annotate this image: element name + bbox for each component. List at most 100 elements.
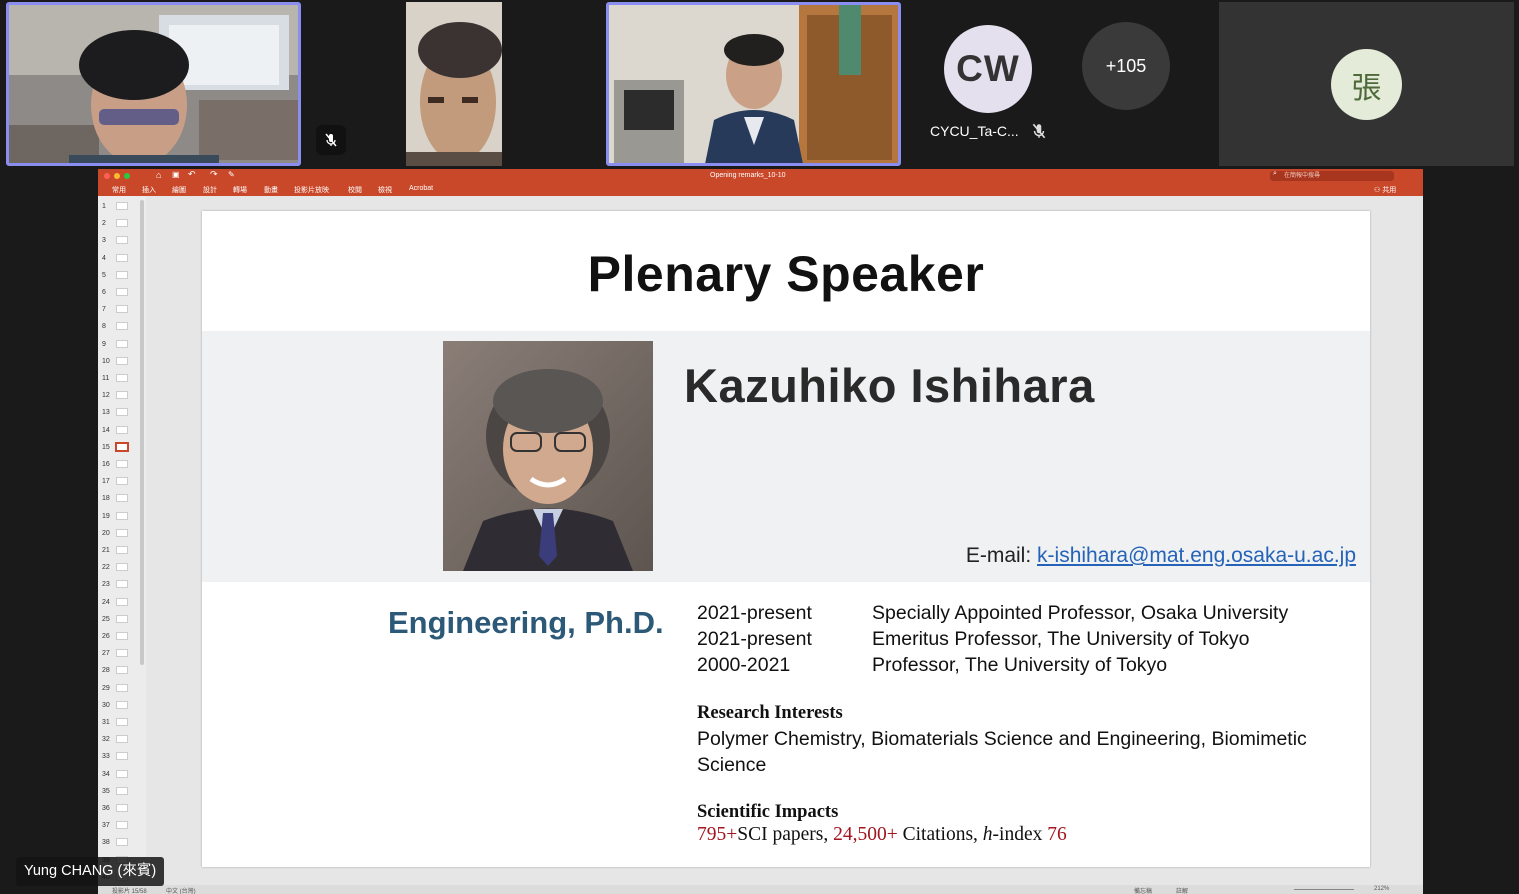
participant-video-2[interactable] <box>406 2 502 166</box>
email-link[interactable]: k-ishihara@mat.eng.osaka-u.ac.jp <box>1037 544 1356 567</box>
slide-number: 16 <box>102 461 110 468</box>
slide-thumbnail-36[interactable]: 36 <box>98 802 142 816</box>
ribbon-tab[interactable]: 設計 <box>203 185 217 195</box>
slide-thumbnail-24[interactable]: 24 <box>98 596 142 610</box>
slide-thumbnail-1[interactable]: 1 <box>98 200 142 214</box>
notes-button[interactable]: 備忘稿 <box>1134 886 1152 894</box>
ribbon-tab[interactable]: 檢視 <box>378 185 392 195</box>
slide-thumbnail-27[interactable]: 27 <box>98 647 142 661</box>
slide-thumbnail-3[interactable]: 3 <box>98 234 142 248</box>
slide-thumbnail-38[interactable]: 38 <box>98 836 142 850</box>
search-field[interactable]: 在簡報中搜尋 <box>1270 171 1394 181</box>
slide-number: 23 <box>102 581 110 589</box>
redo-icon[interactable]: ↷ <box>210 169 218 180</box>
slide-counter: 投影片 15/58 <box>112 889 147 894</box>
ppt-status-bar: 投影片 15/58 中文 (台灣) 備忘稿 註解 212% <box>98 885 1423 894</box>
participant-tile-zhang[interactable]: 張 <box>1219 2 1514 166</box>
participant-avatar-zhang: 張 <box>1331 49 1402 120</box>
avatar-initials: 張 <box>1351 71 1382 105</box>
slide-thumbnail-12[interactable]: 12 <box>98 389 142 403</box>
minimize-window-button[interactable] <box>114 173 120 179</box>
more-participants-button[interactable]: +105 <box>1082 22 1170 110</box>
slide-thumbnail-25[interactable]: 25 <box>98 613 142 627</box>
ribbon-tab[interactable]: 常用 <box>112 185 126 195</box>
edit-icon[interactable]: ✎ <box>228 170 235 179</box>
slide-thumbnail-5[interactable]: 5 <box>98 269 142 283</box>
participant-video-3[interactable] <box>606 2 901 166</box>
speaker-photo <box>443 341 653 571</box>
slide-thumbnail-20[interactable]: 20 <box>98 527 142 541</box>
slide-thumbnail-image <box>116 425 128 434</box>
zoom-level[interactable]: 212% <box>1374 886 1389 892</box>
ribbon-tab[interactable]: 投影片放映 <box>294 185 329 195</box>
slide-number: 37 <box>102 822 110 830</box>
slide-number: 2 <box>102 220 106 228</box>
undo-icon[interactable]: ↶ <box>188 169 196 180</box>
home-icon[interactable]: ⌂ <box>156 170 161 180</box>
slide-thumbnail-15[interactable]: 15 <box>98 441 142 455</box>
close-window-button[interactable] <box>104 173 110 179</box>
slide-thumbnail-14[interactable]: 14 <box>98 424 142 438</box>
slide-thumbnail-26[interactable]: 26 <box>98 630 142 644</box>
slide-number: 18 <box>102 495 110 503</box>
slide-thumbnail-image <box>116 580 128 589</box>
slide-thumbnail-image <box>116 838 128 847</box>
ribbon-tab[interactable]: Acrobat <box>409 185 433 192</box>
slide-thumbnail-2[interactable]: 2 <box>98 217 142 231</box>
slide-thumbnail-8[interactable]: 8 <box>98 320 142 334</box>
comments-button[interactable]: 註解 <box>1176 886 1188 894</box>
slide-thumbnail-35[interactable]: 35 <box>98 785 142 799</box>
slide-thumbnail-10[interactable]: 10 <box>98 355 142 369</box>
language-indicator[interactable]: 中文 (台灣) <box>166 886 196 894</box>
slide-thumbnail-28[interactable]: 28 <box>98 664 142 678</box>
zoom-slider[interactable] <box>1294 889 1354 890</box>
ribbon-tab[interactable]: 動畫 <box>264 185 278 195</box>
maximize-window-button[interactable] <box>124 173 130 179</box>
slide-number: 14 <box>102 426 110 434</box>
ribbon-tab[interactable]: 插入 <box>142 185 156 195</box>
slide-thumbnail-31[interactable]: 31 <box>98 716 142 730</box>
ribbon-tab[interactable]: 繪圖 <box>172 185 186 195</box>
slide-thumbnail-30[interactable]: 30 <box>98 699 142 713</box>
slide-thumbnail-19[interactable]: 19 <box>98 510 142 524</box>
slide-thumbnail-image <box>116 700 128 709</box>
participant-video-1[interactable] <box>6 2 301 166</box>
slide-thumbnail-22[interactable]: 22 <box>98 561 142 575</box>
impacts-heading: Scientific Impacts <box>697 802 839 822</box>
slide-number: 36 <box>102 805 110 812</box>
slide-number: 33 <box>102 753 110 761</box>
slide-thumbnail-7[interactable]: 7 <box>98 303 142 317</box>
slide-thumbnail-image <box>116 718 128 726</box>
share-button[interactable]: ⚇ 共用 <box>1374 185 1396 195</box>
ribbon-tab[interactable]: 校閱 <box>348 185 362 195</box>
ppt-titlebar: ⌂ ▣ ↶ ↷ ✎ Opening remarks_10-10 在簡報中搜尋 ⌕ <box>98 169 1423 183</box>
slide-thumbnail-29[interactable]: 29 <box>98 682 142 696</box>
ribbon-tab[interactable]: 轉場 <box>233 185 247 195</box>
slide-thumbnail-37[interactable]: 37 <box>98 819 142 833</box>
slide-thumbnail-18[interactable]: 18 <box>98 492 142 506</box>
slide-number: 27 <box>102 650 110 658</box>
slide-thumbnail-11[interactable]: 11 <box>98 372 142 386</box>
slide-thumbnail-image <box>116 752 128 761</box>
slide-thumbnail-4[interactable]: 4 <box>98 252 142 266</box>
slide-thumbnail-33[interactable]: 33 <box>98 750 142 764</box>
slide-thumbnail-23[interactable]: 23 <box>98 578 142 592</box>
slide-thumbnail-21[interactable]: 21 <box>98 544 142 558</box>
slide-thumbnail-32[interactable]: 32 <box>98 733 142 747</box>
slide-thumbnail-13[interactable]: 13 <box>98 406 142 420</box>
slide-number: 1 <box>102 203 106 210</box>
slide-number: 15 <box>102 443 110 451</box>
slide-thumbnail-image <box>116 391 128 400</box>
slide-number: 6 <box>102 289 106 296</box>
save-icon[interactable]: ▣ <box>172 170 180 179</box>
slide-number: 5 <box>102 271 106 279</box>
citations-value: 24,500+ <box>833 824 898 845</box>
slide-number: 11 <box>102 375 110 382</box>
slide-thumbnail-16[interactable]: 16 <box>98 458 142 472</box>
slide-thumbnail-9[interactable]: 9 <box>98 338 142 352</box>
slide-thumbnail-34[interactable]: 34 <box>98 768 142 782</box>
slide-thumbnail-17[interactable]: 17 <box>98 475 142 489</box>
participant-avatar-cw[interactable]: CW <box>944 25 1032 113</box>
slide-number: 35 <box>102 787 110 795</box>
slide-thumbnail-6[interactable]: 6 <box>98 286 142 300</box>
